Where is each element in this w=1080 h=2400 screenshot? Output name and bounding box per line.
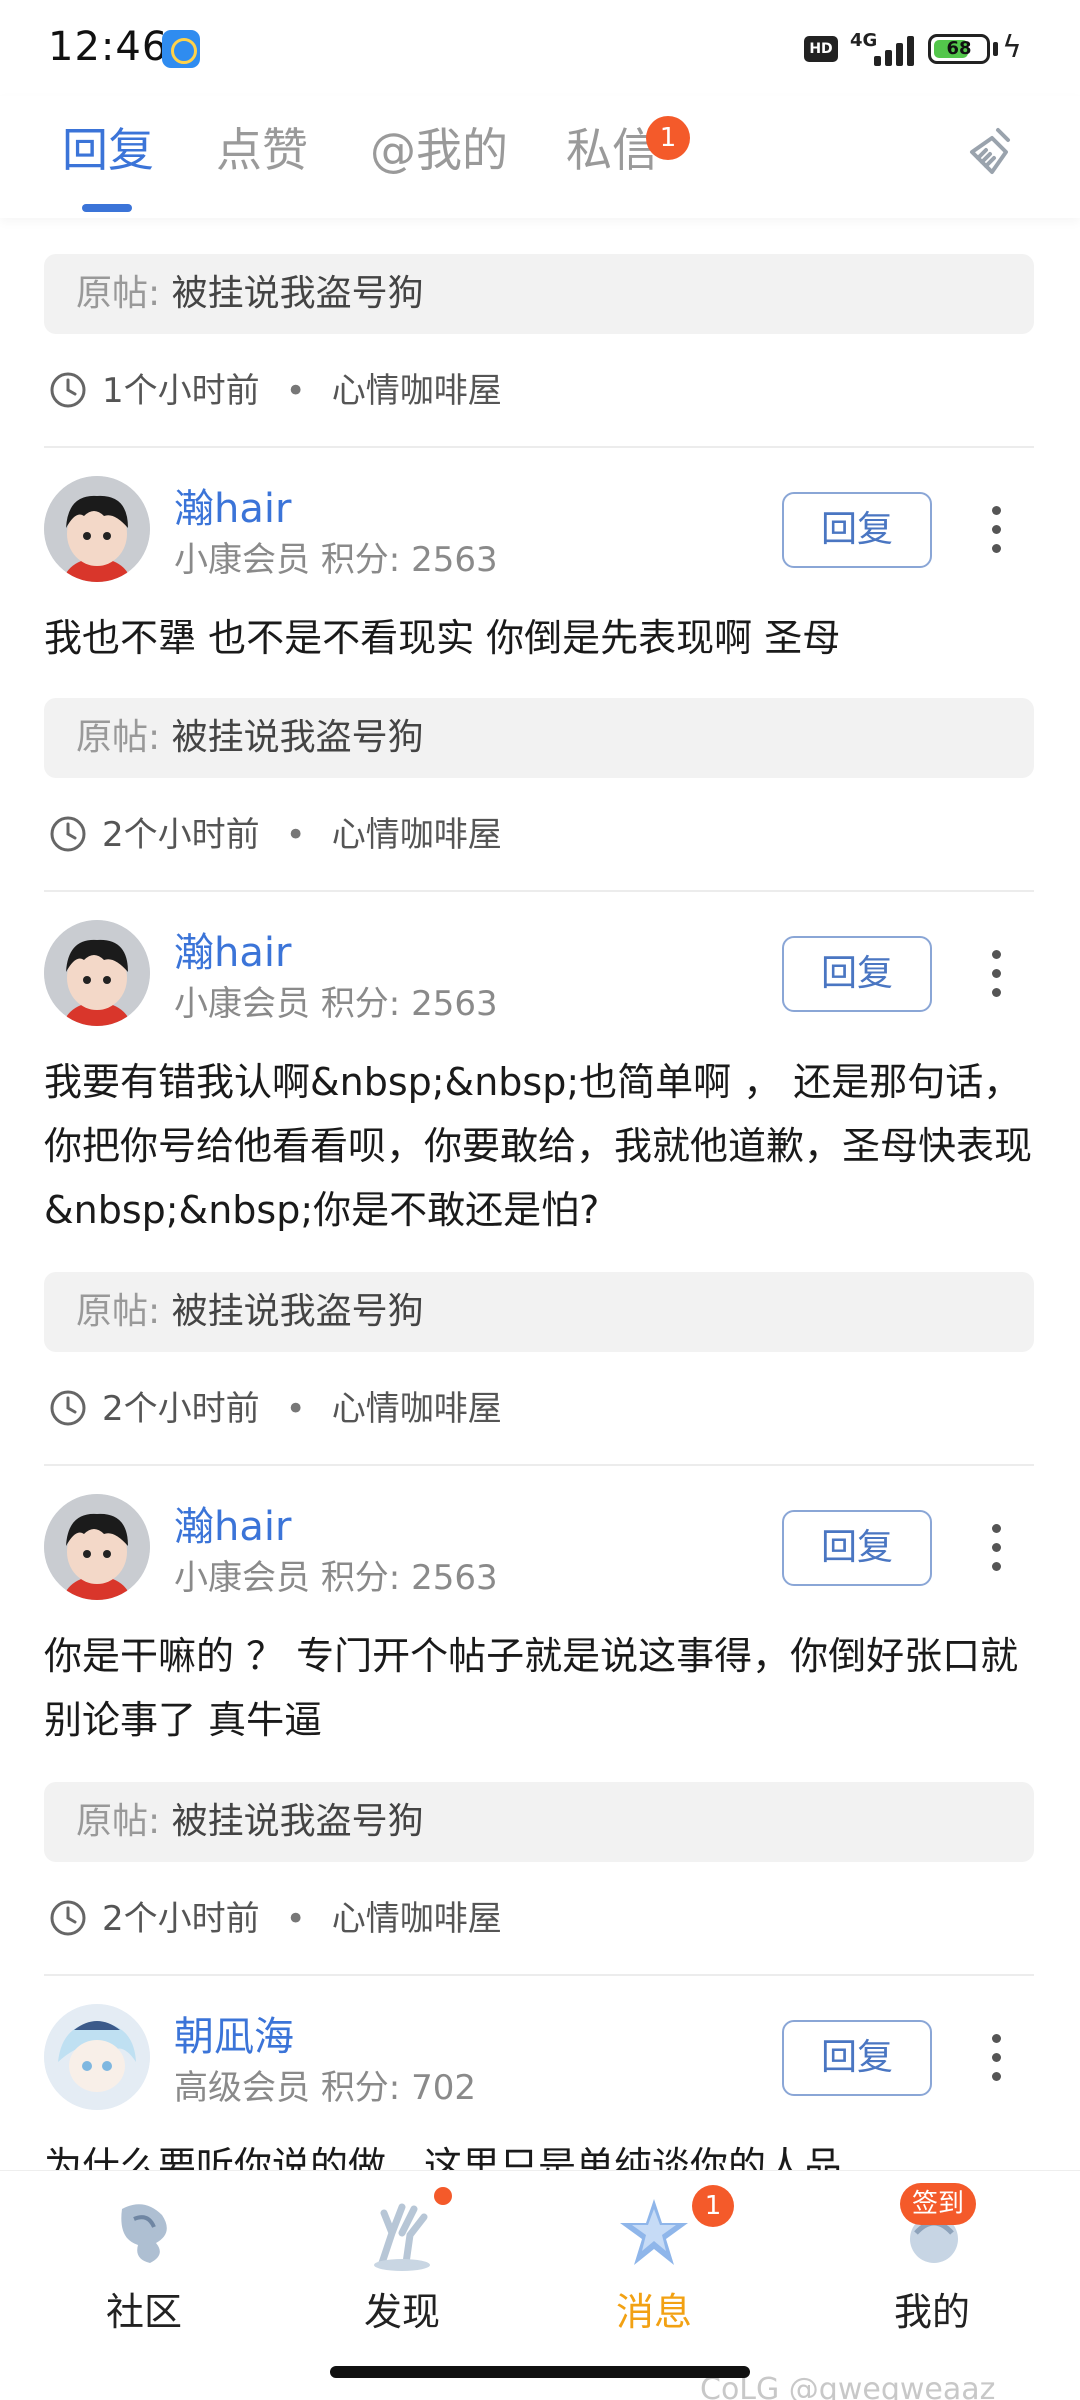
community-icon — [121, 2204, 167, 2263]
original-post-title: 被挂说我盗号狗 — [171, 717, 424, 758]
avatar[interactable] — [44, 920, 150, 1026]
reply-meta: 1个小时前 • 心情咖啡屋 — [48, 366, 502, 416]
clock-icon — [50, 1390, 86, 1425]
discover-notification-dot — [434, 2187, 452, 2205]
user-info: 小康会员 积分: 2563 — [174, 1558, 498, 1598]
more-options-icon[interactable] — [990, 1524, 1002, 1572]
original-post-title: 被挂说我盗号狗 — [171, 1291, 424, 1332]
divider — [44, 1974, 1034, 1976]
divider — [44, 890, 1034, 892]
board-name[interactable]: 心情咖啡屋 — [332, 815, 502, 855]
reply-time: 2个小时前 — [102, 815, 260, 855]
reply-time: 2个小时前 — [102, 1899, 260, 1939]
reply-button[interactable]: 回复 — [782, 492, 932, 568]
username[interactable]: 朝凪海 — [174, 2004, 294, 2062]
private-messages-badge: 1 — [646, 116, 690, 160]
reply-text: 我要有错我认啊&nbsp;&nbsp;也简单啊 ， 还是那句话，你把你号给他看看… — [44, 1060, 1033, 1232]
clock-icon — [50, 1900, 86, 1935]
original-post-title: 被挂说我盗号狗 — [171, 273, 424, 314]
board-name[interactable]: 心情咖啡屋 — [332, 371, 502, 411]
home-indicator[interactable] — [330, 2366, 750, 2378]
signal-icon — [874, 36, 916, 66]
avatar[interactable] — [44, 476, 150, 582]
user-info: 小康会员 积分: 2563 — [174, 984, 498, 1024]
reply-meta: 2个小时前 • 心情咖啡屋 — [48, 1384, 502, 1434]
reply-time: 2个小时前 — [102, 1389, 260, 1429]
original-post-title: 被挂说我盗号狗 — [171, 1801, 424, 1842]
charging-icon: ϟ — [1002, 30, 1022, 65]
clear-broom-icon[interactable] — [962, 122, 1022, 182]
board-name[interactable]: 心情咖啡屋 — [332, 1899, 502, 1939]
nav-messages[interactable]: 1 消息 — [554, 2171, 754, 2371]
active-tab-indicator — [82, 204, 132, 212]
messages-badge: 1 — [692, 2185, 734, 2227]
more-options-icon[interactable] — [990, 506, 1002, 554]
message-tabs: 回复 点赞 @我的 私信 1 — [0, 96, 1080, 218]
more-options-icon[interactable] — [990, 2034, 1002, 2082]
username[interactable]: 瀚hair — [174, 1494, 291, 1552]
battery-cap — [993, 42, 998, 56]
nav-community[interactable]: 社区 — [44, 2171, 244, 2371]
avatar[interactable] — [44, 2004, 150, 2110]
tab-mentions[interactable]: @我的 — [370, 114, 508, 180]
more-options-icon[interactable] — [990, 950, 1002, 998]
reply-text: 我也不犟 也不是不看现实 你倒是先表现啊 圣母 — [44, 616, 841, 660]
message-icon — [620, 2199, 688, 2265]
original-post-link[interactable]: 原帖: 被挂说我盗号狗 — [44, 254, 1034, 334]
reply-text: 你是干嘛的 ？ 专门开个帖子就是说这事得，你倒好张口就别论事了 真牛逼 — [44, 1634, 1019, 1742]
original-post-link[interactable]: 原帖: 被挂说我盗号狗 — [44, 1272, 1034, 1352]
app-notification-icon — [162, 30, 200, 68]
reply-button[interactable]: 回复 — [782, 1510, 932, 1586]
reply-button[interactable]: 回复 — [782, 2020, 932, 2096]
reply-time: 1个小时前 — [102, 371, 260, 411]
tab-likes[interactable]: 点赞 — [216, 114, 308, 180]
reply-meta: 2个小时前 • 心情咖啡屋 — [48, 1894, 502, 1944]
original-post-link[interactable]: 原帖: 被挂说我盗号狗 — [44, 698, 1034, 778]
status-time: 12:46 — [48, 24, 169, 70]
reply-button[interactable]: 回复 — [782, 936, 932, 1012]
clock-icon — [50, 372, 86, 407]
divider — [44, 446, 1034, 448]
tab-replies[interactable]: 回复 — [62, 114, 154, 180]
avatar[interactable] — [44, 1494, 150, 1600]
original-post-link[interactable]: 原帖: 被挂说我盗号狗 — [44, 1782, 1034, 1862]
user-info: 高级会员 积分: 702 — [174, 2068, 476, 2108]
username[interactable]: 瀚hair — [174, 920, 291, 978]
board-name[interactable]: 心情咖啡屋 — [332, 1389, 502, 1429]
username[interactable]: 瀚hair — [174, 476, 291, 534]
tab-private-messages[interactable]: 私信 — [566, 114, 658, 180]
clock-icon — [50, 816, 86, 851]
battery-icon: 68 — [928, 34, 990, 64]
status-bar: 12:46 HD 4G 68 ϟ — [0, 0, 1080, 96]
nav-profile[interactable]: 签到 我的 — [832, 2171, 1032, 2371]
divider — [44, 1464, 1034, 1466]
check-in-badge[interactable]: 签到 — [900, 2183, 976, 2225]
user-info: 小康会员 积分: 2563 — [174, 540, 498, 580]
nav-discover[interactable]: 发现 — [302, 2171, 502, 2371]
battery-percent: 68 — [946, 38, 972, 59]
discover-icon — [374, 2203, 430, 2271]
reply-meta: 2个小时前 • 心情咖啡屋 — [48, 810, 502, 860]
hd-indicator: HD — [804, 36, 838, 62]
